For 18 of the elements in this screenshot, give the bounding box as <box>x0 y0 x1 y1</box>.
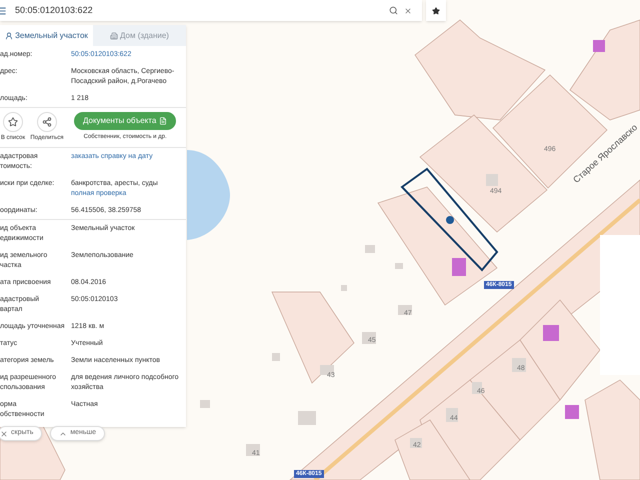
documents-button[interactable]: Документы объекта <box>74 112 176 130</box>
action-button[interactable] <box>3 112 23 132</box>
star-button[interactable] <box>426 0 446 21</box>
star-icon <box>8 117 18 127</box>
person-icon <box>5 32 14 40</box>
action-button[interactable] <box>37 112 57 132</box>
document-icon <box>159 117 168 125</box>
search-field[interactable]: 50:05:0120103:622 <box>0 0 422 21</box>
share-icon <box>42 117 52 127</box>
search-icon[interactable] <box>389 6 398 15</box>
close-icon <box>0 430 8 438</box>
location-marker <box>446 216 454 224</box>
star-icon <box>432 6 440 14</box>
menu-icon[interactable] <box>0 6 7 16</box>
search-input[interactable]: 50:05:0120103:622 <box>15 4 389 18</box>
close-icon[interactable] <box>404 6 412 14</box>
building-icon <box>110 32 118 40</box>
tab[interactable]: Земельный участок <box>0 25 93 46</box>
